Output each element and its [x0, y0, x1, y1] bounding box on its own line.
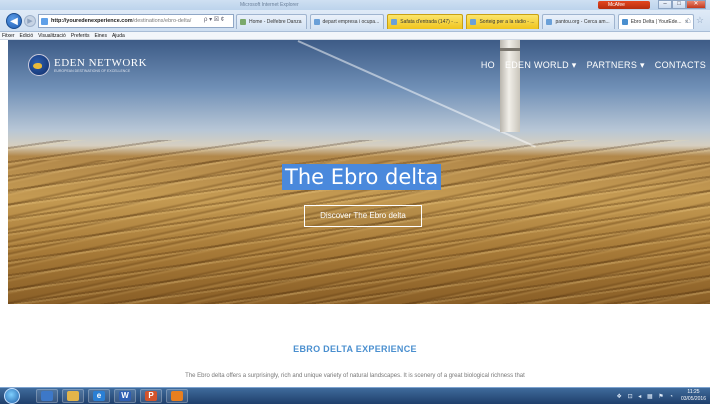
- globe-logo-icon: [28, 54, 50, 76]
- discover-button[interactable]: Discover The Ebro delta: [304, 205, 422, 227]
- tab-label: Safata d'entrada (147) - ...: [400, 19, 459, 25]
- lighthouse-tower-image: [500, 40, 520, 132]
- tab-favicon-icon: [240, 19, 246, 25]
- site-logo[interactable]: EDEN NETWORK EUROPEAN DESTINATIONS OF EX…: [28, 54, 147, 76]
- taskbar-app-icon[interactable]: [62, 389, 84, 403]
- hero-banner: EDEN NETWORK EUROPEAN DESTINATIONS OF EX…: [8, 40, 710, 304]
- menu-item[interactable]: Edició: [20, 32, 34, 39]
- app-glyph: W: [119, 391, 131, 401]
- browser-tab[interactable]: Sorteig per a la ràdio - ...: [466, 14, 540, 29]
- clock-time: 11:25: [687, 389, 700, 395]
- home-icon[interactable]: ⌂: [685, 15, 690, 26]
- browser-tab[interactable]: Ebro Delta | YourEde... ✕: [617, 14, 694, 29]
- window-controls: – □ ✕: [658, 0, 706, 9]
- menu-item[interactable]: Preferits: [71, 32, 90, 39]
- taskbar-app-icon[interactable]: [36, 389, 58, 403]
- tab-strip: Home - Delfebre Danza depart empresa i oc…: [236, 14, 697, 30]
- menu-item[interactable]: Fitxer: [2, 32, 15, 39]
- site-favicon-icon: [41, 18, 48, 25]
- nav-home[interactable]: HO: [481, 60, 495, 71]
- tab-label: Home - Delfebre Danza: [249, 19, 302, 25]
- menu-bar: Fitxer Edició Visualització Preferits Eines A…: [0, 32, 710, 40]
- browser-tab[interactable]: pantou.org - Cerca am...: [542, 14, 615, 29]
- hero-title: The Ebro delta: [282, 164, 442, 190]
- tab-label: Sorteig per a la ràdio - ...: [479, 19, 535, 25]
- close-window-button[interactable]: ✕: [686, 0, 706, 9]
- app-glyph: [67, 391, 79, 401]
- browser-tab[interactable]: depart empresa i ocupa...: [309, 14, 385, 29]
- browser-tab[interactable]: Safata d'entrada (147) - ...: [387, 14, 464, 29]
- system-tray: ❖ ⊡ ◂ ▦ ⚑ ◔ 11:25 03/05/2016: [617, 388, 706, 404]
- app-glyph: [171, 391, 183, 401]
- address-host: http://youredenexperience.com: [51, 18, 133, 24]
- taskbar: e W P ❖ ⊡ ◂ ▦ ⚑ ◔ 11:25 03/05/2016: [0, 387, 710, 404]
- nav-eden-world[interactable]: EDEN WORLD ▾: [505, 60, 577, 71]
- maximize-button[interactable]: □: [672, 0, 686, 9]
- section-title: EBRO DELTA EXPERIENCE: [293, 344, 417, 354]
- window-title: Microsoft Internet Explorer: [240, 2, 299, 8]
- logo-name: EDEN NETWORK: [54, 57, 148, 69]
- taskbar-app-icon[interactable]: e: [88, 389, 110, 403]
- address-tools-icon[interactable]: ρ ▾ ☒ ¢: [204, 14, 224, 26]
- start-button-icon[interactable]: [4, 388, 20, 404]
- forward-arrow-icon[interactable]: ▶: [24, 15, 36, 27]
- minimize-button[interactable]: –: [658, 0, 672, 9]
- window-titlebar: Microsoft Internet Explorer McAfee – □ ✕: [0, 0, 710, 10]
- favorites-star-icon[interactable]: ☆: [696, 15, 704, 26]
- tab-label: depart empresa i ocupa...: [322, 19, 380, 25]
- browser-tools: ⌂ ☆: [685, 15, 704, 26]
- tab-label: Ebro Delta | YourEde...: [630, 19, 682, 25]
- logo-tagline: EUROPEAN DESTINATIONS OF EXCELLENCE: [54, 69, 131, 73]
- menu-item[interactable]: Eines: [94, 32, 107, 39]
- mcafee-badge[interactable]: McAfee: [598, 1, 650, 9]
- tab-favicon-icon: [621, 19, 628, 25]
- app-glyph: P: [145, 391, 157, 401]
- clock-date: 03/05/2016: [680, 396, 706, 402]
- menu-item[interactable]: Ajuda: [112, 32, 125, 39]
- tray-icons[interactable]: ❖ ⊡ ◂ ▦ ⚑ ◔: [617, 393, 675, 400]
- menu-item[interactable]: Visualització: [38, 32, 66, 39]
- section-text: The Ebro delta offers a surprisingly, ri…: [185, 373, 525, 379]
- tab-favicon-icon: [546, 19, 553, 25]
- site-navigation: HO EDEN WORLD ▾ PARTNERS ▾ CONTACTS: [481, 60, 706, 71]
- app-glyph: e: [93, 391, 105, 401]
- nav-partners[interactable]: PARTNERS ▾: [587, 60, 645, 71]
- address-path: /destinations/ebro-delta/: [132, 18, 192, 24]
- browser-toolbar: ◀ ▶ http://youredenexperience.com/destin…: [0, 10, 710, 32]
- tab-favicon-icon: [470, 19, 477, 25]
- tab-favicon-icon: [313, 19, 320, 25]
- tab-favicon-icon: [391, 19, 398, 25]
- app-glyph: [41, 391, 53, 401]
- nav-contacts[interactable]: CONTACTS: [655, 60, 706, 71]
- browser-tab[interactable]: Home - Delfebre Danza: [236, 14, 307, 29]
- taskbar-app-icon[interactable]: P: [140, 389, 162, 403]
- clock[interactable]: 11:25 03/05/2016: [681, 389, 706, 403]
- tab-label: pantou.org - Cerca am...: [555, 19, 610, 25]
- lighthouse-band: [500, 48, 520, 51]
- taskbar-app-icon[interactable]: W: [114, 389, 136, 403]
- back-arrow-icon[interactable]: ◀: [6, 13, 22, 29]
- taskbar-app-icon[interactable]: [166, 389, 188, 403]
